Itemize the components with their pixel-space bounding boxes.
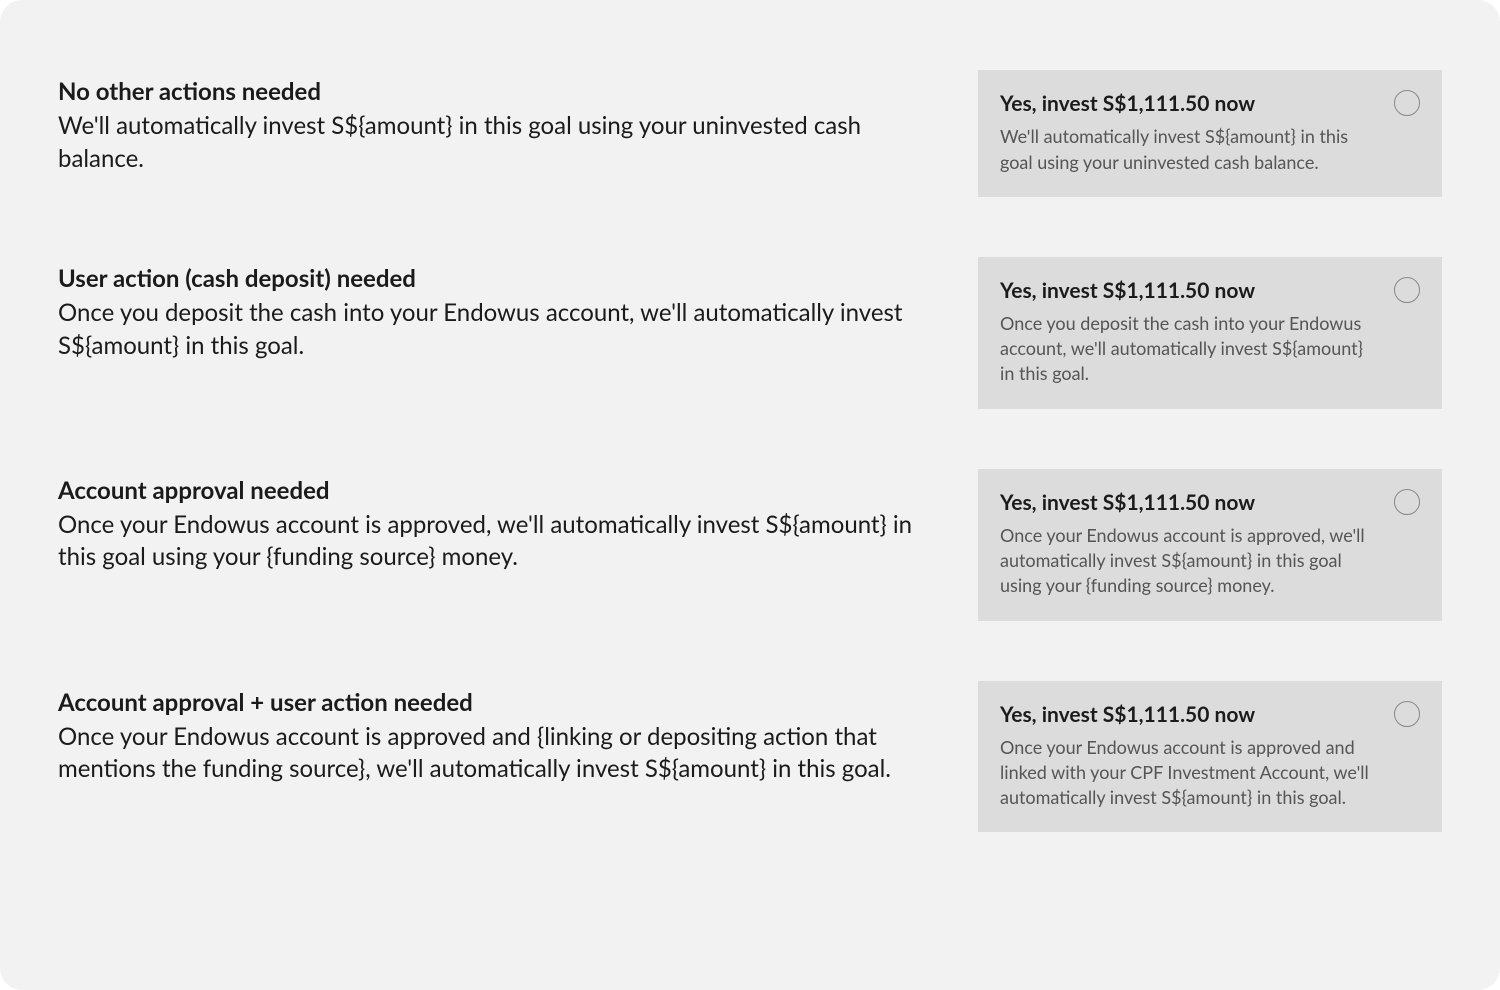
option-card-invest-now[interactable]: Yes, invest S$1,111.50 now Once your End… bbox=[978, 681, 1442, 833]
radio-unselected-icon[interactable] bbox=[1394, 701, 1420, 727]
option-title: Yes, invest S$1,111.50 now bbox=[1000, 277, 1420, 305]
option-card-invest-now[interactable]: Yes, invest S$1,111.50 now We'll automat… bbox=[978, 70, 1442, 197]
scenario-body: We'll automatically invest S${amount} in… bbox=[58, 110, 930, 175]
option-card-invest-now[interactable]: Yes, invest S$1,111.50 now Once you depo… bbox=[978, 257, 1442, 409]
option-card-invest-now[interactable]: Yes, invest S$1,111.50 now Once your End… bbox=[978, 469, 1442, 621]
scenario-body: Once your Endowus account is approved an… bbox=[58, 721, 930, 786]
radio-unselected-icon[interactable] bbox=[1394, 489, 1420, 515]
scenario-title: No other actions needed bbox=[58, 76, 930, 108]
option-body: We'll automatically invest S${amount} in… bbox=[1000, 124, 1420, 174]
spec-row-1: No other actions needed We'll automatica… bbox=[58, 70, 1442, 197]
spec-row-4: Account approval + user action needed On… bbox=[58, 681, 1442, 833]
radio-unselected-icon[interactable] bbox=[1394, 277, 1420, 303]
scenario-description: User action (cash deposit) needed Once y… bbox=[58, 257, 930, 362]
spec-row-3: Account approval needed Once your Endowu… bbox=[58, 469, 1442, 621]
option-title: Yes, invest S$1,111.50 now bbox=[1000, 701, 1420, 729]
scenario-title: User action (cash deposit) needed bbox=[58, 263, 930, 295]
scenario-body: Once you deposit the cash into your Endo… bbox=[58, 297, 930, 362]
scenario-description: No other actions needed We'll automatica… bbox=[58, 70, 930, 175]
option-body: Once your Endowus account is approved an… bbox=[1000, 735, 1420, 811]
scenario-description: Account approval needed Once your Endowu… bbox=[58, 469, 930, 574]
scenario-title: Account approval + user action needed bbox=[58, 687, 930, 719]
scenario-body: Once your Endowus account is approved, w… bbox=[58, 509, 930, 574]
option-body: Once you deposit the cash into your Endo… bbox=[1000, 311, 1420, 387]
option-title: Yes, invest S$1,111.50 now bbox=[1000, 90, 1420, 118]
option-title: Yes, invest S$1,111.50 now bbox=[1000, 489, 1420, 517]
radio-unselected-icon[interactable] bbox=[1394, 90, 1420, 116]
spec-row-2: User action (cash deposit) needed Once y… bbox=[58, 257, 1442, 409]
scenario-title: Account approval needed bbox=[58, 475, 930, 507]
spec-canvas: No other actions needed We'll automatica… bbox=[0, 0, 1500, 990]
option-body: Once your Endowus account is approved, w… bbox=[1000, 523, 1420, 599]
scenario-description: Account approval + user action needed On… bbox=[58, 681, 930, 786]
